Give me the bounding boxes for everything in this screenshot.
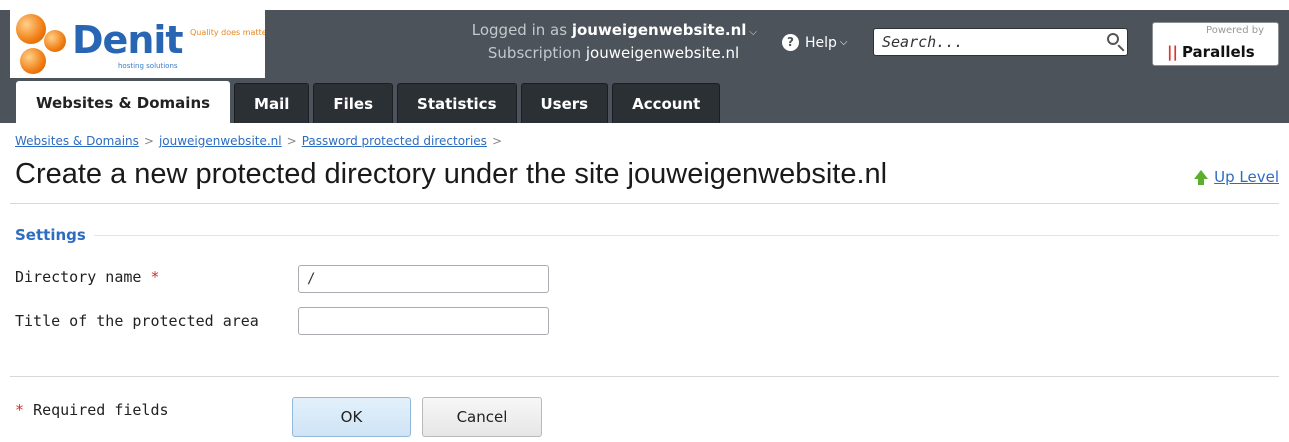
- help-label: Help: [805, 34, 837, 51]
- tab-statistics[interactable]: Statistics: [397, 83, 517, 123]
- breadcrumb-separator: >: [143, 134, 154, 148]
- required-marker: *: [150, 268, 160, 286]
- parallels-logo: || Parallels: [1167, 43, 1255, 61]
- up-level-link[interactable]: Up Level: [1194, 168, 1279, 186]
- logo-name: Denit: [72, 18, 184, 62]
- subscription-label: Subscription: [487, 44, 582, 62]
- powered-by-parallels[interactable]: Powered by || Parallels: [1152, 22, 1279, 66]
- breadcrumb-separator: >: [286, 134, 297, 148]
- parallels-name: Parallels: [1181, 43, 1255, 61]
- help-menu[interactable]: ? Help ⌵: [782, 34, 848, 51]
- tab-mail[interactable]: Mail: [234, 83, 310, 123]
- breadcrumb-password-protected[interactable]: Password protected directories: [302, 134, 487, 148]
- subscription-value: jouweigenwebsite.nl: [585, 44, 740, 62]
- search-input[interactable]: [882, 30, 1102, 54]
- breadcrumb: Websites & Domains > jouweigenwebsite.nl > P…: [15, 134, 507, 148]
- up-arrow-icon: [1194, 169, 1209, 185]
- cancel-button[interactable]: Cancel: [422, 397, 542, 437]
- logo-ball-medium: [44, 30, 66, 52]
- page-title: Create a new protected directory under t…: [15, 158, 888, 190]
- required-marker: *: [15, 401, 25, 419]
- tab-files[interactable]: Files: [313, 83, 394, 123]
- up-level-label[interactable]: Up Level: [1214, 168, 1279, 186]
- search-icon[interactable]: [1107, 33, 1119, 45]
- tab-users[interactable]: Users: [520, 83, 609, 123]
- section-title-settings: Settings: [15, 226, 94, 244]
- help-icon: ?: [782, 34, 799, 51]
- logged-in-user-menu[interactable]: jouweigenwebsite.nl: [572, 21, 747, 39]
- denit-logo[interactable]: Denit Quality does matter hosting soluti…: [10, 10, 265, 78]
- breadcrumb-site[interactable]: jouweigenwebsite.nl: [159, 134, 282, 148]
- directory-name-label: Directory name *: [15, 268, 160, 286]
- tab-account[interactable]: Account: [612, 83, 721, 123]
- top-strip: [0, 0, 1289, 10]
- title-divider: [10, 203, 1279, 204]
- logged-in-label: Logged in as: [471, 21, 568, 39]
- powered-by-label: Powered by: [1206, 25, 1264, 36]
- directory-name-text: Directory name: [15, 268, 142, 286]
- parallels-bars-icon: ||: [1167, 43, 1178, 61]
- logo-ball-small: [20, 48, 46, 74]
- chevron-down-icon[interactable]: ⌵: [749, 27, 757, 38]
- ok-button[interactable]: OK: [292, 397, 411, 437]
- chevron-down-icon: ⌵: [839, 37, 848, 48]
- directory-name-field[interactable]: [298, 265, 549, 293]
- login-info: Logged in as jouweigenwebsite.nl ⌵ Subscr…: [472, 20, 757, 63]
- protected-area-title-field[interactable]: [298, 307, 549, 335]
- form-divider: [10, 376, 1279, 377]
- required-fields-text: Required fields: [33, 401, 169, 419]
- breadcrumb-separator: >: [491, 134, 502, 148]
- logo-ball-large: [16, 14, 46, 44]
- breadcrumb-websites-domains[interactable]: Websites & Domains: [15, 134, 139, 148]
- search-box: [873, 28, 1128, 56]
- logo-subtitle: hosting solutions: [118, 62, 178, 70]
- logo-tagline: Quality does matter: [190, 28, 265, 37]
- section-divider: [90, 235, 1279, 236]
- main-tabs: Websites & Domains Mail Files Statistics…: [16, 81, 724, 123]
- tab-websites-domains[interactable]: Websites & Domains: [16, 81, 231, 123]
- protected-area-label: Title of the protected area: [15, 312, 259, 330]
- required-fields-note: * Required fields: [15, 401, 169, 419]
